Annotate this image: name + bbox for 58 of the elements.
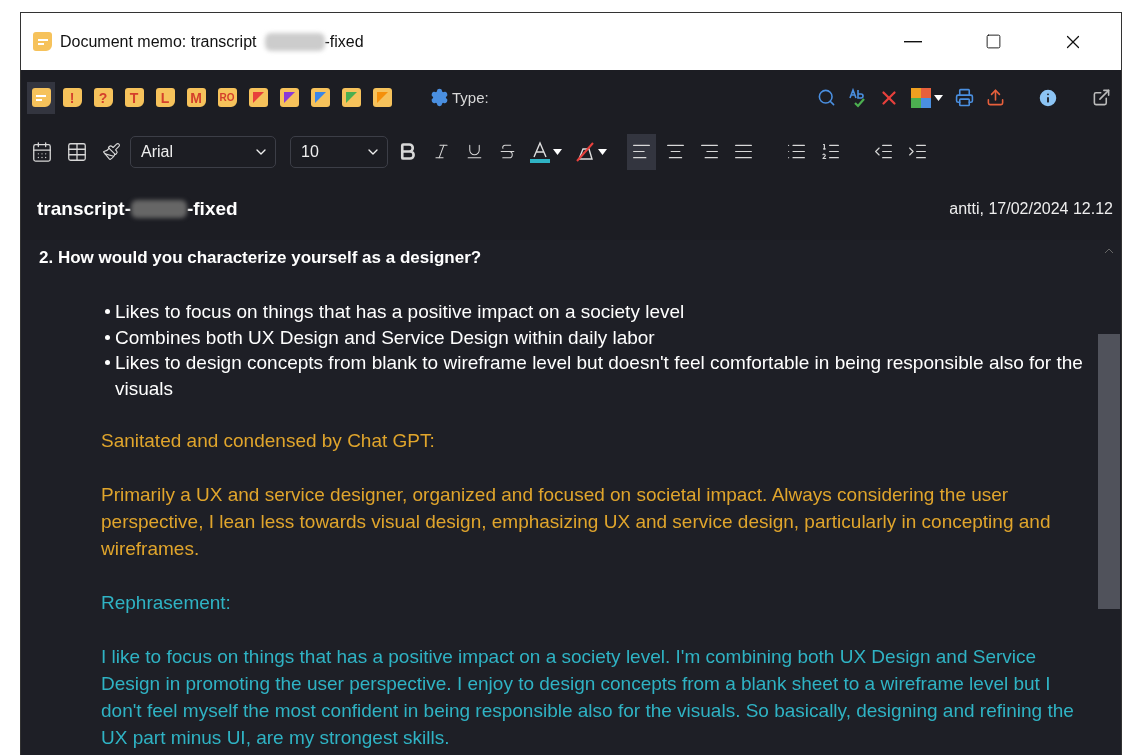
note-label: T: [124, 88, 144, 107]
note-label: RO: [217, 88, 237, 107]
paragraph: Primarily a UX and service designer, organized and focused on societal impact. Always considering the user perspective, I lean less towards visual design, emphasizing UX and service design, particularly in concepting and wireframes.: [101, 483, 1052, 561]
paragraph: Rephrasement:: [101, 591, 232, 615]
memo-type-button[interactable]: [27, 81, 55, 114]
calendar-icon: [31, 140, 53, 163]
memo-type-button[interactable]: M: [182, 81, 210, 114]
maximize-icon: [984, 33, 1002, 50]
redaction: [130, 200, 187, 218]
type-button[interactable]: Type:: [426, 81, 493, 114]
info-icon: [1037, 86, 1059, 109]
size-select[interactable]: 10: [290, 135, 388, 168]
table-icon: [66, 140, 88, 163]
bullet-text: Likes to focus on things that has a positive impact on a society level: [115, 300, 685, 324]
memo-type-button[interactable]: T: [120, 81, 148, 114]
memo-title: -fixed: [186, 198, 238, 220]
caret-icon: [598, 148, 607, 155]
bullet-text: Combines both UX Design and Service Design within daily labor: [115, 325, 655, 350]
question-heading: 2. How would you characterize yourself as a designer?: [39, 247, 483, 269]
gear-icon: [430, 88, 449, 107]
memo-type-button[interactable]: RO: [213, 81, 241, 114]
brush-icon: [101, 142, 121, 161]
search-icon: [816, 88, 836, 107]
paragraph: I like to focus on things that has a positive impact on a society level. I'm combining both UX Design and Service Design in promoting the user perspective. I enjoy to design concepts from a blank sheet to a wireframe level but I don't feel myself the most confident in being responsible also for the visuals. So basically, designing and refining the UX part minus UI, are my strongest skills.: [101, 645, 1075, 750]
note-icon: [31, 88, 51, 107]
paragraph: Sanitated and condensed by Chat GPT:: [101, 429, 436, 453]
window-title: -fixed: [324, 32, 364, 51]
memo-title: transcript-: [37, 198, 131, 220]
note-label: M: [186, 88, 206, 107]
scroll-up-icon: [1104, 248, 1114, 254]
memo-type-button[interactable]: !: [58, 81, 86, 114]
no-highlight-icon: [575, 140, 595, 163]
puzzle-icon: [911, 87, 931, 108]
caret-icon: [553, 148, 562, 155]
spellcheck-icon: [847, 87, 867, 108]
upload-icon: [985, 88, 1005, 107]
redaction: [264, 32, 325, 51]
note-label: !: [62, 88, 82, 107]
minimize-icon: [904, 40, 922, 43]
printer-icon: [954, 88, 974, 107]
bullet-text: Likes to design concepts from blank to wireframe level but doesn't feel comfortable in being responsible also for the visuals: [115, 351, 1084, 401]
memo-type-button[interactable]: L: [151, 81, 179, 114]
font-select[interactable]: Arial: [130, 135, 276, 168]
popout-icon: [1091, 88, 1111, 107]
bullet-icon: [105, 360, 110, 365]
bullet-icon: [105, 309, 110, 314]
font-color-icon: [530, 140, 550, 163]
numbered-list-icon: [820, 141, 841, 162]
memo-meta: antti, 17/02/2024 12.12: [949, 200, 1113, 218]
memo-type-button[interactable]: ?: [89, 81, 117, 114]
window-title: Document memo: transcript: [60, 32, 257, 51]
caret-icon: [934, 94, 943, 101]
app-icon: [33, 32, 52, 51]
type-label: Type:: [452, 89, 489, 106]
bullet-icon: [105, 334, 110, 340]
note-label: ?: [93, 88, 113, 107]
align-left-button[interactable]: [627, 133, 656, 170]
note-label: L: [155, 88, 175, 107]
